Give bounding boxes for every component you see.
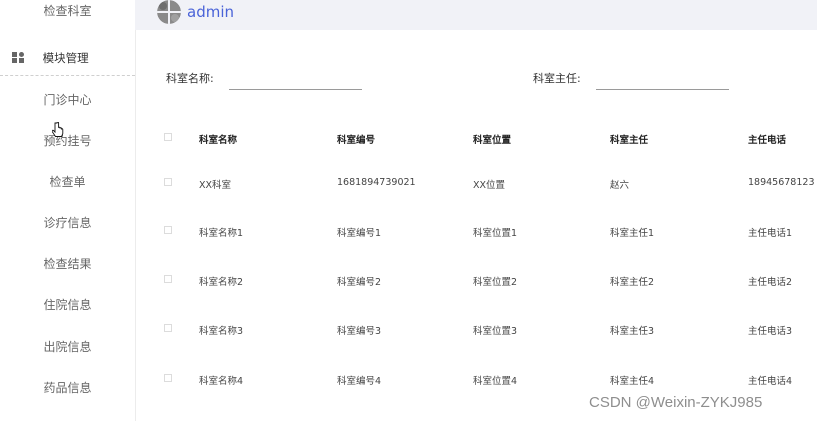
- table-cell: XX科室: [199, 180, 232, 191]
- column-header: 科室名称: [199, 135, 238, 146]
- table-cell: 科室位置3: [473, 326, 518, 337]
- sidebar-item-drug-info[interactable]: 药品信息: [0, 380, 135, 396]
- column-header: 科室位置: [473, 135, 512, 146]
- sidebar-item-hospitalization-info[interactable]: 住院信息: [0, 297, 135, 313]
- table-cell: 主任电话4: [748, 376, 793, 387]
- sidebar-item-check-result[interactable]: 检查结果: [0, 256, 135, 272]
- sidebar-item-check-form[interactable]: 检查单: [0, 174, 135, 190]
- dept-head-input[interactable]: [596, 89, 729, 90]
- sidebar-item-discharge-info[interactable]: 出院信息: [0, 339, 135, 355]
- sidebar: 检查科室 模块管理 门诊中心 预约挂号 检查单 诊疗信息 检查结果 住院信息 出…: [0, 0, 136, 421]
- table-cell: 科室位置4: [473, 376, 518, 387]
- table-cell: 科室名称3: [199, 326, 244, 337]
- table-cell: XX位置: [473, 180, 506, 191]
- table-cell: 科室名称2: [199, 277, 244, 288]
- sidebar-item-check-dept[interactable]: 检查科室: [0, 3, 135, 19]
- divider: [0, 75, 135, 76]
- select-all-checkbox[interactable]: [164, 133, 172, 141]
- column-header: 科室主任: [610, 135, 649, 146]
- dept-head-label: 科室主任:: [533, 72, 581, 85]
- module-icon: [12, 52, 25, 63]
- row-checkbox[interactable]: [164, 324, 172, 332]
- row-checkbox[interactable]: [164, 374, 172, 382]
- sidebar-item-label: 模块管理: [42, 51, 89, 65]
- user-avatar-icon: [157, 0, 181, 24]
- table-cell: 1681894739021: [337, 177, 416, 188]
- avatar[interactable]: [157, 0, 181, 24]
- top-header: admin: [135, 0, 817, 30]
- sidebar-item-diagnosis-info[interactable]: 诊疗信息: [0, 215, 135, 231]
- table-cell: 科室主任3: [610, 326, 655, 337]
- row-checkbox[interactable]: [164, 275, 172, 283]
- table-cell: 主任电话3: [748, 326, 793, 337]
- sidebar-item-outpatient-center[interactable]: 门诊中心: [0, 92, 135, 108]
- hand-cursor-icon: [52, 122, 64, 137]
- table-cell: 科室编号2: [337, 277, 382, 288]
- table-cell: 主任电话2: [748, 277, 793, 288]
- sidebar-item-module-management[interactable]: 模块管理: [0, 50, 135, 66]
- sidebar-item-appointment[interactable]: 预约挂号: [0, 133, 135, 149]
- table-cell: 主任电话1: [748, 228, 793, 239]
- table-cell: 科室主任2: [610, 277, 655, 288]
- username[interactable]: admin: [187, 3, 234, 21]
- table-cell: 赵六: [610, 180, 630, 191]
- watermark: CSDN @Weixin-ZYKJ985: [589, 394, 763, 411]
- row-checkbox[interactable]: [164, 226, 172, 234]
- row-checkbox[interactable]: [164, 178, 172, 186]
- table-cell: 科室主任4: [610, 376, 655, 387]
- table-cell: 科室编号4: [337, 376, 382, 387]
- table-cell: 科室编号1: [337, 228, 382, 239]
- dept-name-input[interactable]: [229, 89, 362, 90]
- table-cell: 科室名称4: [199, 376, 244, 387]
- table-cell: 科室名称1: [199, 228, 244, 239]
- table-cell: 科室位置1: [473, 228, 518, 239]
- dept-name-label: 科室名称:: [166, 72, 214, 85]
- table-cell: 科室编号3: [337, 326, 382, 337]
- column-header: 科室编号: [337, 135, 376, 146]
- main-panel: 科室名称: 科室主任: 科室名称 科室编号 科室位置 科室主任 主任电话 XX科…: [141, 36, 817, 421]
- table-cell: 科室主任1: [610, 228, 655, 239]
- table-cell: 18945678123: [748, 177, 815, 188]
- table-cell: 科室位置2: [473, 277, 518, 288]
- column-header: 主任电话: [748, 135, 787, 146]
